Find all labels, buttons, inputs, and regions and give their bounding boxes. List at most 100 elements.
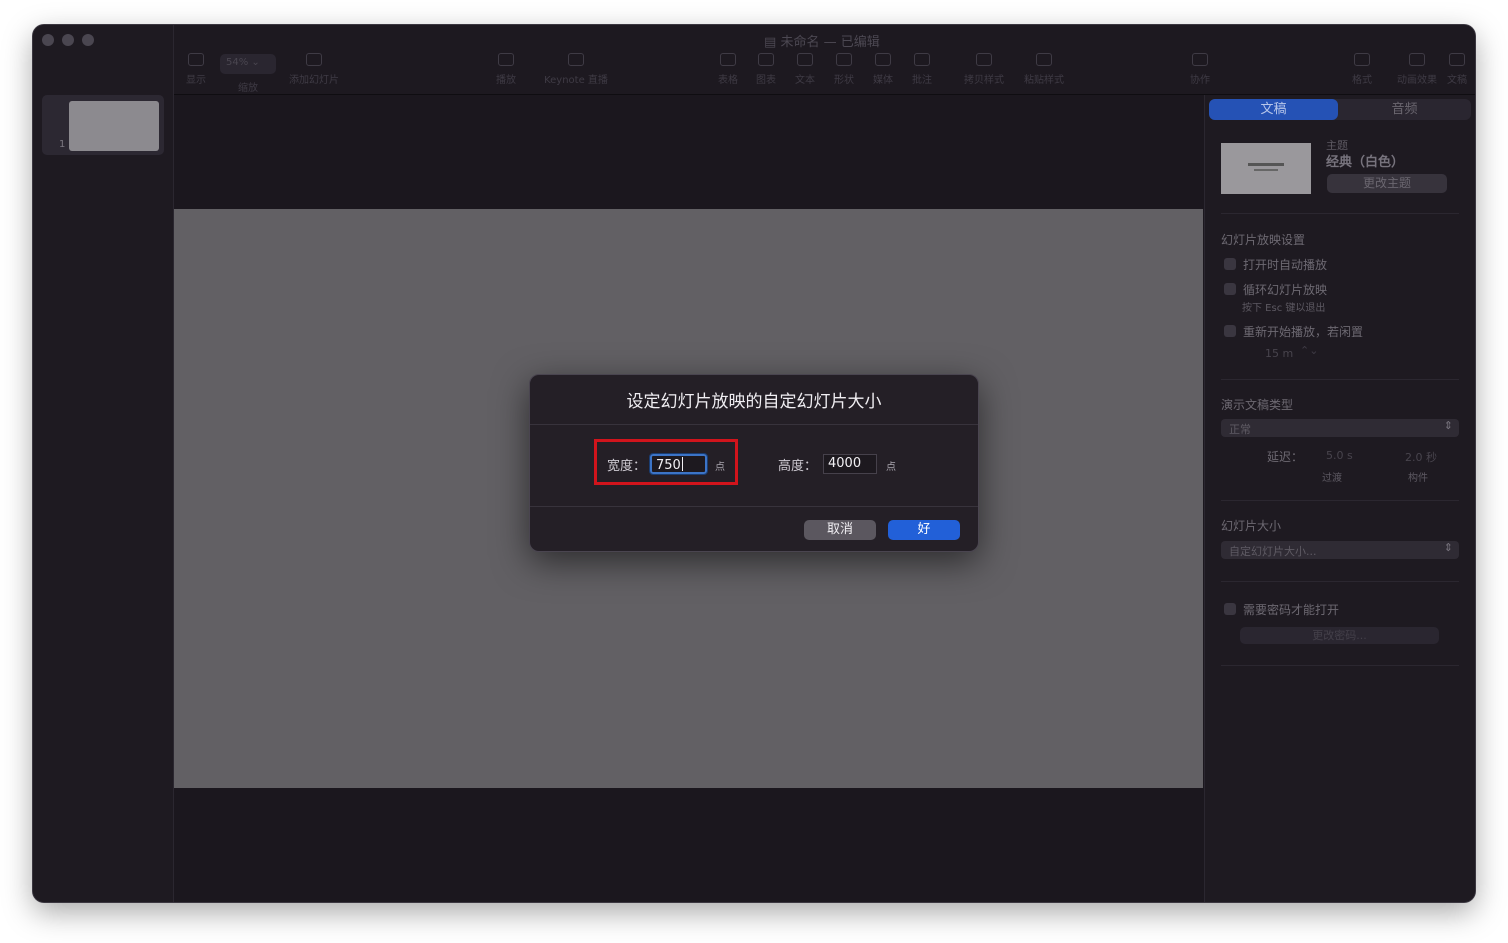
media-label: 媒体	[873, 75, 893, 86]
loop-checkbox[interactable]	[1224, 283, 1236, 295]
restart-label: 重新开始播放，若闲置	[1243, 325, 1364, 339]
change-password-button[interactable]: 更改密码...	[1240, 627, 1439, 644]
chart-label: 图表	[756, 75, 776, 86]
chart-button[interactable]: 图表	[746, 53, 786, 86]
idle-time-field[interactable]: 15 m	[1265, 347, 1293, 365]
shape-icon	[836, 53, 852, 66]
collaborate-icon	[1192, 53, 1208, 66]
copy-style-icon	[976, 53, 992, 66]
play-button[interactable]: 播放	[476, 53, 536, 86]
table-button[interactable]: 表格	[708, 53, 748, 86]
paste-style-button[interactable]: 粘贴样式	[1014, 53, 1074, 86]
toolbar: ▤ 未命名 — 已编辑 显示 54% ⌄ 缩放 添加幻灯片 播放 Keynote…	[174, 25, 1475, 95]
keynote-live-icon	[568, 53, 584, 66]
window-title-text: 未命名 — 已编辑	[780, 35, 880, 50]
document-icon: ▤	[764, 35, 777, 50]
zoom-value: 54%	[226, 57, 249, 68]
slide-thumbnail[interactable]	[69, 101, 159, 151]
height-label: 高度：	[778, 459, 818, 474]
cancel-button[interactable]: 取消	[804, 520, 876, 540]
format-button[interactable]: 格式	[1332, 53, 1392, 86]
format-icon	[1354, 53, 1370, 66]
slide-size-heading: 幻灯片大小	[1221, 519, 1282, 533]
zoom-label: 缩放	[238, 83, 258, 94]
width-label: 宽度：	[607, 459, 647, 474]
password-label: 需要密码才能打开	[1243, 603, 1340, 617]
chevron-down-icon: ⌄	[248, 57, 260, 68]
comment-label: 批注	[912, 75, 932, 86]
idle-stepper[interactable]: ⌃⌄	[1300, 344, 1318, 357]
chevron-updown-icon: ⇕	[1443, 419, 1453, 432]
width-input[interactable]: 750	[649, 453, 708, 475]
presentation-type-select[interactable]: 正常 ⇕	[1221, 419, 1459, 437]
media-button[interactable]: 媒体	[863, 53, 903, 86]
text-label: 文本	[795, 75, 815, 86]
paste-style-icon	[1036, 53, 1052, 66]
document-label: 文稿	[1447, 75, 1467, 86]
custom-slide-size-dialog: 设定幻灯片放映的自定幻灯片大小 宽度： 750 点 高度： 4000 点 取消 …	[529, 374, 979, 552]
play-label: 播放	[496, 75, 516, 86]
document-inspector-icon	[1449, 53, 1465, 66]
text-caret	[681, 457, 683, 471]
transition-delay-field[interactable]: 5.0 s	[1326, 449, 1353, 467]
document-inspector: 文稿 音频 主题 经典（白色） 更改主题 幻灯片放映设置 打开时自动播放 循环幻…	[1204, 95, 1475, 902]
restart-checkbox[interactable]	[1224, 325, 1236, 337]
document-button[interactable]: 文稿	[1440, 53, 1474, 86]
slide-thumbnail-item[interactable]: 1	[42, 95, 164, 155]
paste-style-label: 粘贴样式	[1024, 75, 1064, 86]
collaborate-button[interactable]: 协作	[1170, 53, 1230, 86]
keynote-live-button[interactable]: Keynote 直播	[536, 53, 616, 86]
keynote-live-label: Keynote 直播	[544, 75, 608, 86]
width-value: 750	[656, 458, 681, 473]
tab-audio[interactable]: 音频	[1340, 99, 1469, 120]
add-slide-icon	[306, 53, 322, 66]
delay-label: 延迟：	[1267, 450, 1304, 464]
comment-button[interactable]: 批注	[902, 53, 942, 86]
comment-icon	[914, 53, 930, 66]
table-icon	[720, 53, 736, 66]
minimize-window-button[interactable]	[62, 34, 74, 46]
shape-label: 形状	[834, 75, 854, 86]
slide-number: 1	[59, 139, 66, 150]
view-button[interactable]: 显示	[166, 53, 226, 86]
copy-style-button[interactable]: 拷贝样式	[954, 53, 1014, 86]
height-value: 4000	[828, 456, 862, 471]
close-window-button[interactable]	[42, 34, 54, 46]
transition-label: 过渡	[1322, 473, 1342, 484]
theme-name: 经典（白色）	[1326, 155, 1405, 170]
add-slide-label: 添加幻灯片	[289, 75, 339, 86]
loop-label: 循环幻灯片放映	[1243, 283, 1328, 297]
build-delay-field[interactable]: 2.0 秒	[1405, 449, 1437, 467]
presentation-type-value: 正常	[1229, 423, 1251, 436]
height-input[interactable]: 4000	[823, 454, 877, 474]
inspector-tabs: 文稿 音频	[1209, 99, 1471, 120]
zoom-select[interactable]: 54% ⌄	[220, 54, 276, 74]
chevron-updown-icon: ⇕	[1443, 541, 1453, 554]
ok-button[interactable]: 好	[888, 520, 960, 540]
shape-button[interactable]: 形状	[824, 53, 864, 86]
zoom-window-button[interactable]	[82, 34, 94, 46]
width-unit: 点	[715, 462, 725, 473]
window-title: ▤ 未命名 — 已编辑	[764, 31, 880, 50]
play-icon	[498, 53, 514, 66]
media-icon	[875, 53, 891, 66]
build-label: 构件	[1408, 473, 1428, 484]
view-icon	[188, 53, 204, 66]
slide-size-select[interactable]: 自定幻灯片大小... ⇕	[1221, 541, 1459, 559]
tab-document[interactable]: 文稿	[1209, 99, 1338, 120]
zoom-label-item: 缩放	[218, 79, 278, 94]
text-button[interactable]: 文本	[785, 53, 825, 86]
copy-style-label: 拷贝样式	[964, 75, 1004, 86]
presentation-type-heading: 演示文稿类型	[1221, 398, 1294, 412]
slide-size-value: 自定幻灯片大小...	[1229, 545, 1317, 558]
height-unit: 点	[886, 462, 896, 473]
view-label: 显示	[186, 75, 206, 86]
autoplay-checkbox[interactable]	[1224, 258, 1236, 270]
change-theme-button[interactable]: 更改主题	[1327, 174, 1447, 193]
format-label: 格式	[1352, 75, 1372, 86]
password-checkbox[interactable]	[1224, 603, 1236, 615]
add-slide-button[interactable]: 添加幻灯片	[284, 53, 344, 86]
animate-label: 动画效果	[1397, 75, 1437, 86]
chart-icon	[758, 53, 774, 66]
animate-button[interactable]: 动画效果	[1387, 53, 1447, 86]
